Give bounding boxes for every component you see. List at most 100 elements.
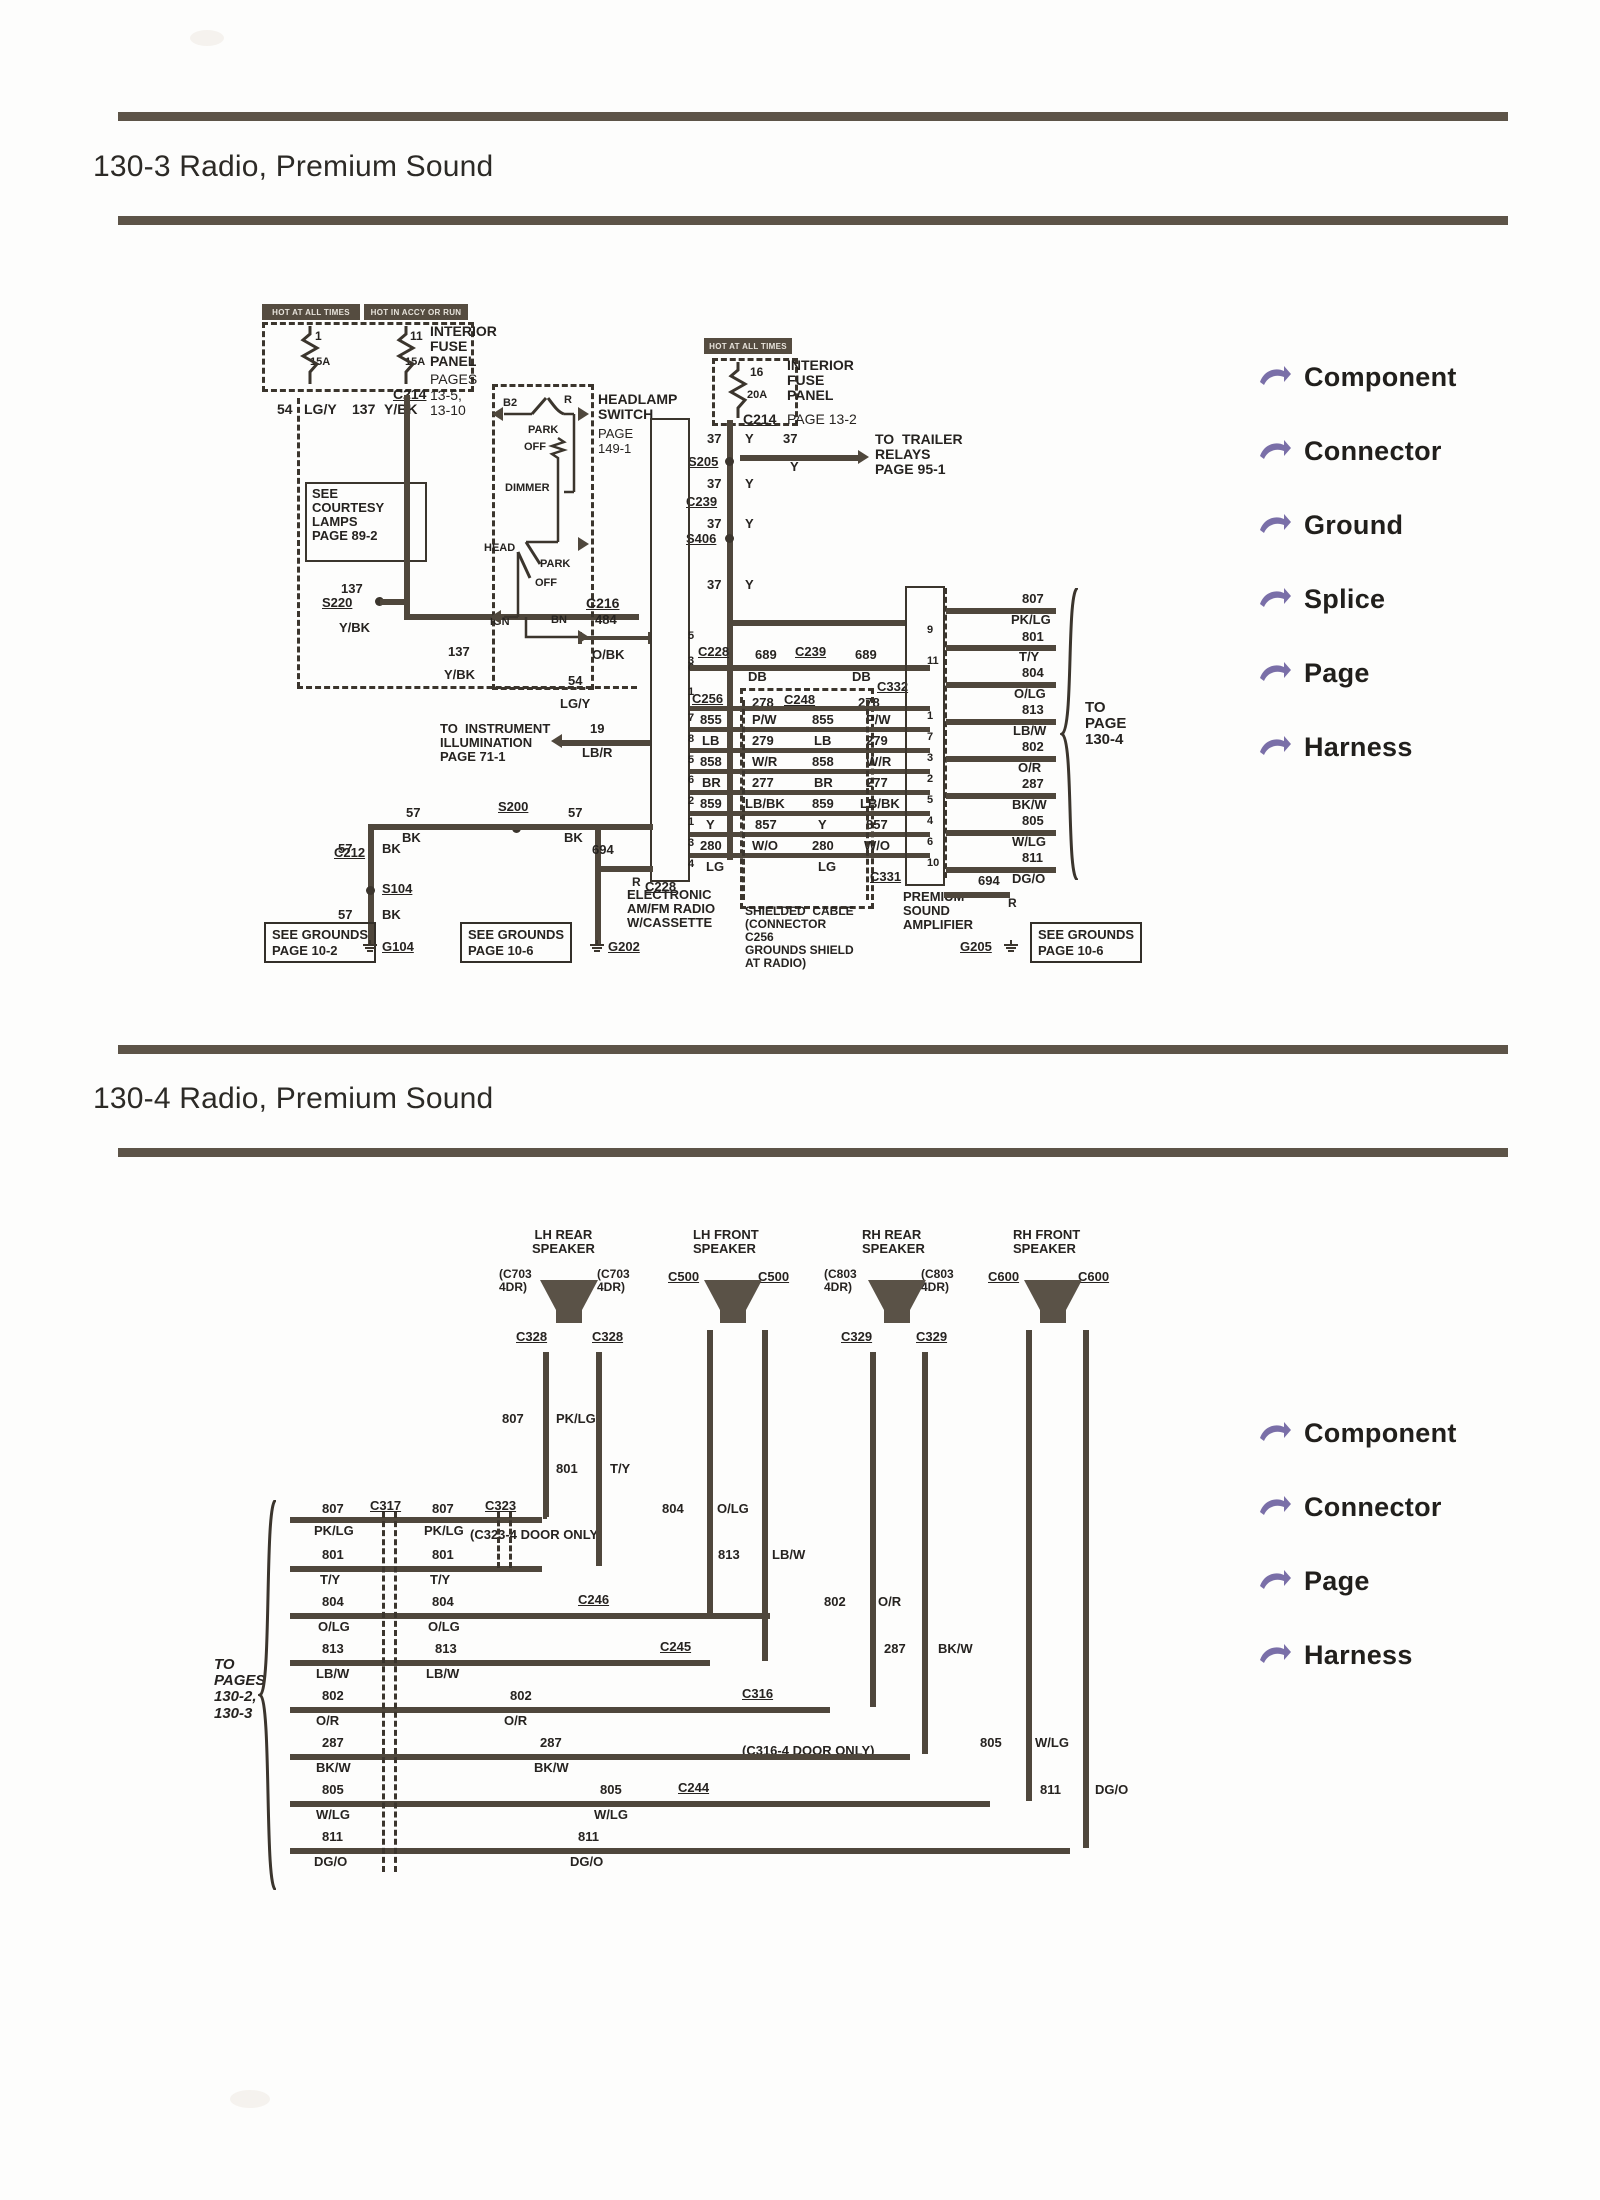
splice-s220: S220 bbox=[322, 595, 353, 610]
connector-c245: C245 bbox=[660, 1639, 692, 1654]
splice-dot-s406 bbox=[725, 534, 734, 543]
branch-color-802: O/R bbox=[878, 1594, 902, 1609]
amp-pin: 11 bbox=[927, 655, 939, 667]
arrow-pointer-icon bbox=[1260, 735, 1291, 755]
ground-box-g205: SEE GROUNDS PAGE 10-6 bbox=[1030, 922, 1143, 964]
splice-dot-s104 bbox=[366, 886, 375, 895]
bus-circuit: 804 bbox=[322, 1594, 344, 1609]
speaker-conn-left: (C803 4DR) bbox=[824, 1267, 857, 1295]
branch-circuit-807: 807 bbox=[502, 1411, 524, 1426]
legend-item: Connector bbox=[1258, 1492, 1457, 1523]
color-y-d: Y bbox=[745, 577, 754, 592]
connector-c212-label: C212 bbox=[334, 845, 366, 860]
speaker-subconn-right: C329 bbox=[916, 1329, 948, 1344]
branch-circuit-811: 811 bbox=[1040, 1782, 1061, 1797]
bus-line bbox=[290, 1848, 1070, 1854]
branch-color-804: O/LG bbox=[717, 1501, 749, 1516]
radio-pin: 3 bbox=[688, 837, 695, 849]
bus-color2: W/LG bbox=[594, 1807, 628, 1822]
legend-label: Splice bbox=[1304, 584, 1386, 614]
arrow-pointer-icon bbox=[1260, 661, 1291, 681]
section-title-130-3: 130-3 Radio, Premium Sound bbox=[93, 150, 494, 183]
amp-wire-color: O/R bbox=[1018, 760, 1042, 775]
connector-c228-db: C228 bbox=[698, 644, 730, 659]
amp-pin: 10 bbox=[927, 857, 940, 869]
circuit-57-d: 57 bbox=[338, 907, 353, 922]
arrow-pointer-icon bbox=[1260, 1643, 1291, 1663]
section-rule-bottom-2 bbox=[118, 1148, 1508, 1157]
wire-color-left: LB/BK bbox=[745, 796, 785, 811]
bus-circuit2: 801 bbox=[432, 1547, 454, 1562]
wire-code-right: 855 bbox=[812, 712, 834, 727]
splice-dot-s205 bbox=[725, 457, 734, 466]
wire-line bbox=[690, 853, 930, 858]
wire-color-left: W/O bbox=[752, 838, 778, 853]
connector-c244: C244 bbox=[678, 1780, 710, 1795]
branch-circuit-802: 802 bbox=[824, 1594, 846, 1609]
amp-wire-color: DG/O bbox=[1012, 871, 1046, 886]
amp-wire-color: BK/W bbox=[1012, 797, 1047, 812]
amp-wire-color: LB/W bbox=[1013, 723, 1047, 738]
wire-code-right: 280 bbox=[812, 838, 834, 853]
wire-color-right: 277 bbox=[866, 775, 888, 790]
wire-s220-branch bbox=[380, 599, 408, 605]
splice-s104: S104 bbox=[382, 881, 413, 896]
wire-code-right: 858 bbox=[812, 754, 834, 769]
bus-circuit2: 804 bbox=[432, 1594, 454, 1609]
speaker-drop-rh-front-811 bbox=[1083, 1330, 1089, 1848]
arrow-pointer-icon bbox=[1260, 1421, 1291, 1441]
speaker-subconn-right: C328 bbox=[592, 1329, 624, 1344]
circuit-694-amp: 694 bbox=[978, 873, 1000, 888]
arrow-left-b2 bbox=[492, 407, 503, 421]
wire-code-right: 859 bbox=[812, 796, 834, 811]
bus-circuit: 802 bbox=[322, 1688, 344, 1703]
legend-label: Page bbox=[1304, 1566, 1370, 1596]
speaker-drop-rh-front-805 bbox=[1026, 1330, 1032, 1801]
ground-box-g202: SEE GROUNDS PAGE 10-6 bbox=[460, 922, 573, 964]
bus-color2: BK/W bbox=[534, 1760, 569, 1775]
amp-wire-color: W/LG bbox=[1012, 834, 1046, 849]
section-rule-top-2 bbox=[118, 1045, 1508, 1054]
bus-circuit: 807 bbox=[322, 1501, 344, 1516]
fuse-symbol-icon bbox=[396, 326, 416, 384]
color-y-b: Y bbox=[745, 476, 754, 491]
wire-code-left: 280 bbox=[700, 838, 722, 853]
bus-circuit: 287 bbox=[322, 1735, 344, 1750]
circuit-37-d: 37 bbox=[707, 577, 722, 592]
speaker-drop-lh-front-813 bbox=[762, 1330, 768, 1661]
connector-c239-top: C239 bbox=[686, 494, 718, 509]
speaker-conn-left: (C703 4DR) bbox=[499, 1267, 532, 1295]
legend-top: Component Connector Ground Splice Page H… bbox=[1258, 362, 1457, 806]
bus-circuit2: 802 bbox=[510, 1688, 532, 1703]
bus-color: DG/O bbox=[314, 1854, 348, 1869]
bus-color: BK/W bbox=[316, 1760, 351, 1775]
harness-bracket bbox=[1060, 588, 1080, 880]
wire-code-left: 855 bbox=[700, 712, 722, 727]
color-ybk-lbl2: Y/BK bbox=[444, 667, 476, 682]
color-db-right: DB bbox=[852, 669, 871, 684]
radio-pin: 2 bbox=[688, 795, 695, 807]
bus-line bbox=[290, 1660, 710, 1666]
speaker-icon bbox=[540, 1280, 598, 1323]
circuit-137: 137 bbox=[352, 401, 376, 417]
wire-694-amp-ground bbox=[944, 892, 1010, 898]
amp-pin: 4 bbox=[927, 815, 934, 827]
color-ybk: Y/BK bbox=[384, 401, 418, 417]
wire-694-r bbox=[595, 866, 653, 872]
wire-line bbox=[690, 790, 930, 795]
fuse-panel-left-title: INTERIOR FUSE PANEL bbox=[430, 323, 497, 370]
wire-color-left: 277 bbox=[752, 775, 774, 790]
arrow-pointer-icon bbox=[1260, 587, 1291, 607]
legend-label: Connector bbox=[1304, 436, 1442, 466]
branch-circuit-805: 805 bbox=[980, 1735, 1002, 1750]
legend-item: Ground bbox=[1258, 510, 1457, 541]
connector-c332: C332 bbox=[877, 679, 909, 694]
bus-color2: O/R bbox=[504, 1713, 528, 1728]
arrow-right-r bbox=[578, 407, 589, 421]
speaker-conn-right: (C703 4DR) bbox=[597, 1267, 630, 1295]
amp-pin: 9 bbox=[927, 624, 934, 636]
speaker-drop-rh-rear-287 bbox=[922, 1352, 928, 1754]
ground-id-g104: G104 bbox=[382, 939, 414, 954]
instrument-illumination-label: TO INSTRUMENT ILLUMINATION PAGE 71-1 bbox=[440, 721, 551, 765]
wire-37-to-amp bbox=[727, 620, 907, 626]
